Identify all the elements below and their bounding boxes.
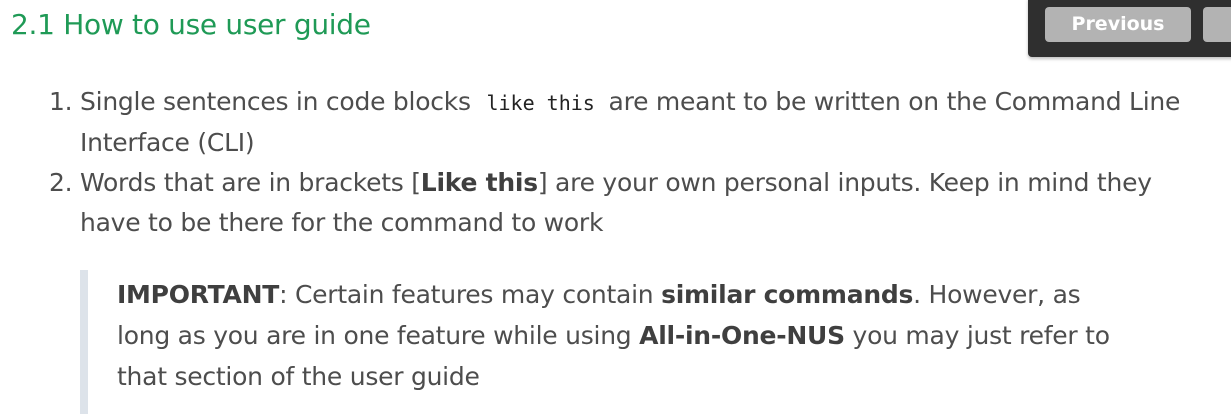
step-text: are meant to be written on the Command L… [608, 87, 1181, 116]
callout-text: : Certain features may contain [279, 280, 662, 309]
callout-text: you may just refer to [844, 321, 1110, 350]
step-text: Single sentences in code blocks [80, 87, 471, 116]
callout-line: long as you are in one feature while usi… [117, 315, 1180, 356]
section-heading: 2.1 How to use user guide [11, 8, 371, 41]
page-navigation: Previous [1028, 0, 1231, 57]
callout-text: long as you are in one feature while usi… [117, 321, 640, 350]
callout-line: IMPORTANT: Certain features may contain … [117, 274, 1180, 315]
next-button[interactable] [1203, 7, 1231, 42]
list-item: Words that are in brackets [Like this] a… [80, 163, 1231, 243]
step-text: Interface (CLI) [80, 128, 255, 157]
bold-text: similar commands [661, 280, 914, 309]
step-text: ] are your own personal inputs. Keep in … [537, 168, 1152, 197]
step-text: Words that are in brackets [ [80, 168, 421, 197]
previous-button[interactable]: Previous [1045, 7, 1191, 42]
bold-text: Like this [420, 168, 538, 197]
list-item: Single sentences in code blocks like thi… [80, 82, 1231, 163]
list-item-line: Single sentences in code blocks like thi… [80, 82, 1231, 123]
app-name: All-in-One-NUS [639, 321, 845, 350]
important-label: IMPORTANT [117, 280, 280, 309]
important-callout: IMPORTANT: Certain features may contain … [80, 270, 1180, 414]
list-item-line: Words that are in brackets [Like this] a… [80, 163, 1231, 203]
callout-text: . However, as [913, 280, 1081, 309]
step-text: have to be there for the command to work [80, 208, 604, 237]
usage-steps-list: Single sentences in code blocks like thi… [40, 82, 1231, 243]
callout-line: that section of the user guide [117, 362, 480, 391]
inline-code: like this [486, 91, 595, 115]
